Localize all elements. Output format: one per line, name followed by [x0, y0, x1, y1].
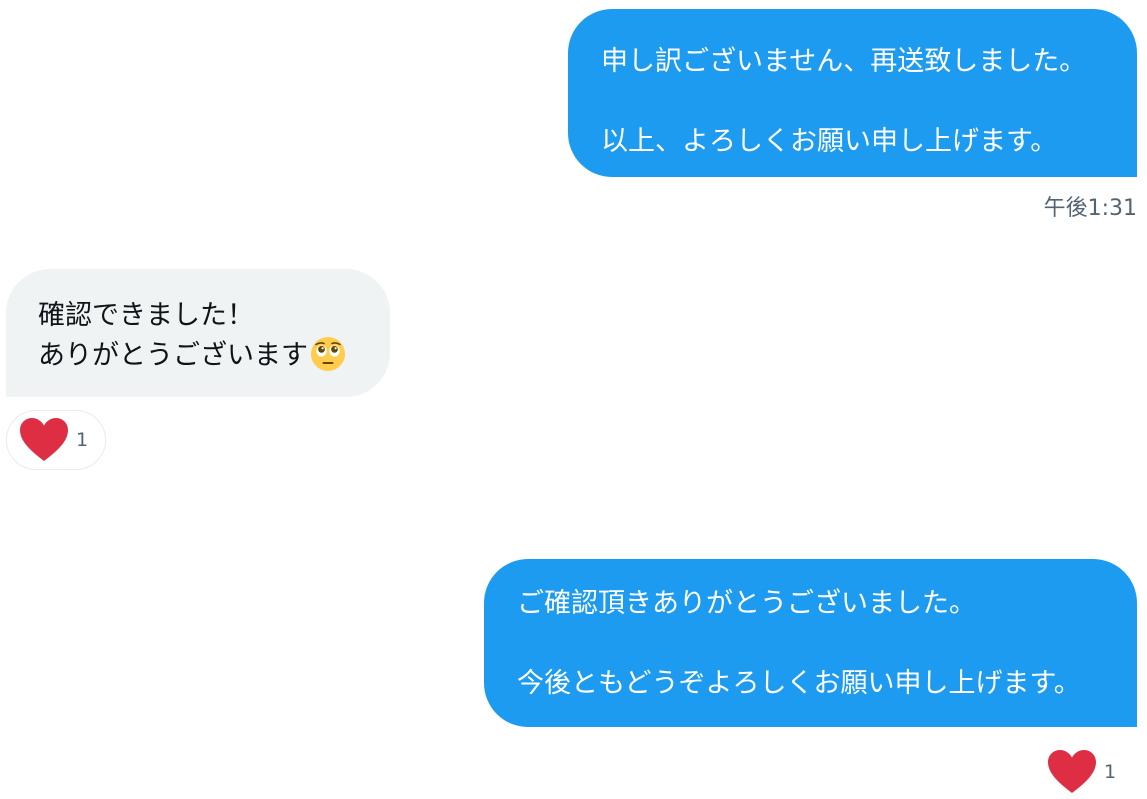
pleading-face-icon: [311, 337, 345, 371]
reaction-count: 1: [1104, 761, 1117, 783]
heart-icon: [20, 418, 68, 461]
message-text-line: 申し訳ございません、再送致しました。: [601, 46, 1087, 77]
chat-thread: 申し訳ございません、再送致しました。 以上、よろしくお願い申し上げます。 午後1…: [0, 0, 1147, 799]
message-text-line: 今後ともどうぞよろしくお願い申し上げます。: [517, 668, 1081, 699]
reaction-badge[interactable]: 1: [1046, 748, 1121, 796]
message-text-line: ありがとうございます: [38, 340, 308, 371]
message-timestamp: 午後1:31: [1043, 196, 1137, 221]
message-text-line: 確認できました！: [38, 300, 254, 331]
sent-message-bubble[interactable]: ご確認頂きありがとうございました。 今後ともどうぞよろしくお願い申し上げます。: [484, 559, 1137, 727]
received-message-bubble[interactable]: 確認できました！ ありがとうございます: [6, 269, 390, 397]
message-text-line: 以上、よろしくお願い申し上げます。: [601, 126, 1058, 157]
reaction-badge[interactable]: 1: [6, 410, 106, 470]
reaction-count: 1: [76, 429, 89, 451]
message-text-line: ご確認頂きありがとうございました。: [517, 588, 976, 619]
heart-icon: [1048, 750, 1096, 793]
sent-message-bubble[interactable]: 申し訳ございません、再送致しました。 以上、よろしくお願い申し上げます。: [568, 9, 1137, 177]
